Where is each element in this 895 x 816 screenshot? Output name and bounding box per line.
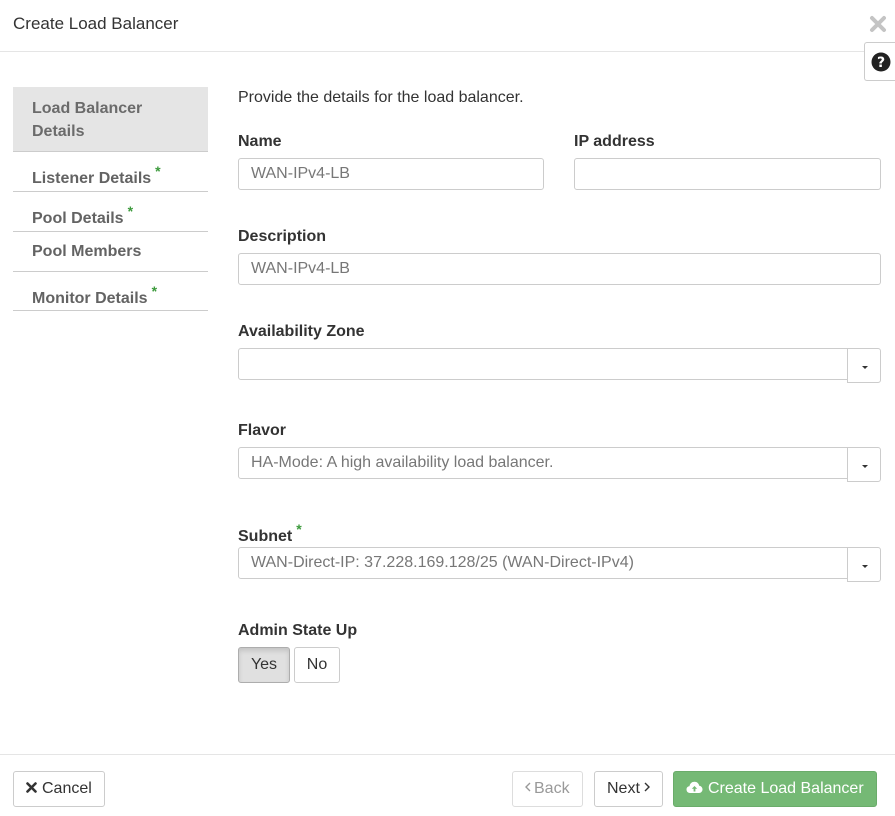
form-intro: Provide the details for the load balance… xyxy=(238,89,524,106)
dialog-header: Create Load Balancer xyxy=(0,0,895,52)
chevron-left-icon xyxy=(525,782,531,792)
nav-item-label: Pool Members xyxy=(32,243,142,260)
name-label: Name xyxy=(238,133,282,150)
flavor-label: Flavor xyxy=(238,422,287,439)
nav-item-listener-details[interactable]: Listener Details * xyxy=(13,152,208,192)
ip-address-input[interactable] xyxy=(574,158,881,190)
name-input[interactable]: WAN-IPv4-LB xyxy=(238,158,544,190)
help-icon: ? xyxy=(871,52,891,72)
nav-item-label: Load Balancer Details xyxy=(32,100,143,140)
description-label: Description xyxy=(238,228,327,245)
caret-down-icon[interactable] xyxy=(847,547,881,582)
caret-down-icon[interactable] xyxy=(847,348,881,383)
required-marker: * xyxy=(127,203,134,219)
nav-item-pool-details[interactable]: Pool Details * xyxy=(13,192,208,232)
chevron-right-icon xyxy=(644,782,650,792)
required-marker: * xyxy=(151,283,158,299)
ip-address-label: IP address xyxy=(574,133,655,150)
subnet-label-text: Subnet xyxy=(238,528,293,545)
caret-down-icon[interactable] xyxy=(847,447,881,482)
subnet-select[interactable]: WAN-Direct-IP: 37.228.169.128/25 (WAN-Di… xyxy=(238,547,881,582)
admin-state-no-button[interactable]: No xyxy=(294,647,340,683)
cancel-label: Cancel xyxy=(42,780,92,797)
nav-item-pool-members[interactable]: Pool Members xyxy=(13,232,208,272)
close-icon[interactable] xyxy=(867,10,889,36)
flavor-value[interactable]: HA-Mode: A high availability load balanc… xyxy=(238,447,848,479)
back-label: Back xyxy=(534,780,570,797)
nav-item-monitor-details[interactable]: Monitor Details * xyxy=(13,272,208,311)
back-button[interactable]: Back xyxy=(512,771,583,807)
help-button[interactable]: ? xyxy=(864,42,895,81)
cloud-upload-icon xyxy=(686,781,703,793)
dialog-footer: Cancel Back Next Create Load Balancer xyxy=(0,754,895,816)
nav-item-label: Monitor Details xyxy=(32,290,148,307)
next-button[interactable]: Next xyxy=(594,771,663,807)
availability-zone-select[interactable] xyxy=(238,348,881,383)
cancel-button[interactable]: Cancel xyxy=(13,771,105,807)
admin-state-label: Admin State Up xyxy=(238,622,358,639)
create-load-balancer-button[interactable]: Create Load Balancer xyxy=(673,771,877,807)
create-label: Create Load Balancer xyxy=(708,780,864,797)
availability-zone-label: Availability Zone xyxy=(238,323,365,340)
svg-text:?: ? xyxy=(877,55,885,71)
subnet-value[interactable]: WAN-Direct-IP: 37.228.169.128/25 (WAN-Di… xyxy=(238,547,848,579)
nav-item-load-balancer-details[interactable]: Load Balancer Details xyxy=(13,87,208,152)
flavor-select[interactable]: HA-Mode: A high availability load balanc… xyxy=(238,447,881,482)
nav-item-label: Listener Details xyxy=(32,170,152,187)
admin-state-yes-button[interactable]: Yes xyxy=(238,647,290,683)
required-marker: * xyxy=(296,521,302,537)
subnet-label: Subnet * xyxy=(238,521,302,546)
required-marker: * xyxy=(155,163,161,179)
next-label: Next xyxy=(607,780,640,797)
wizard-nav: Load Balancer Details Listener Details * … xyxy=(13,87,208,311)
nav-item-label: Pool Details xyxy=(32,210,124,227)
cancel-x-icon xyxy=(26,781,37,793)
dialog-title: Create Load Balancer xyxy=(13,14,179,33)
availability-zone-value[interactable] xyxy=(238,348,848,380)
description-input[interactable]: WAN-IPv4-LB xyxy=(238,253,881,285)
